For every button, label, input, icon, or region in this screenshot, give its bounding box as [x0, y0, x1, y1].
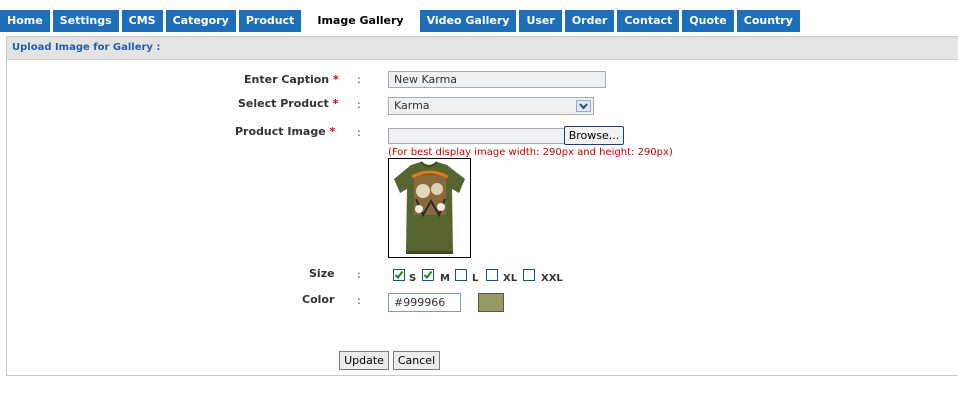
required-mark: * [329, 125, 336, 138]
product-label-text: Select Product [238, 97, 329, 110]
tab-image-gallery[interactable]: Image Gallery [304, 10, 417, 32]
size-label-xxl: XXL [541, 273, 563, 284]
tab-user[interactable]: User [519, 10, 562, 32]
cancel-button[interactable]: Cancel [393, 351, 440, 370]
size-checkbox-xl[interactable] [486, 269, 498, 281]
browse-button[interactable]: Browse... [564, 126, 624, 145]
size-label-m: M [440, 273, 450, 284]
separator: : [357, 268, 361, 281]
color-swatch[interactable] [478, 293, 504, 312]
separator: : [357, 98, 361, 111]
separator: : [357, 294, 361, 307]
tab-quote[interactable]: Quote [682, 10, 734, 32]
product-label: Select Product * [238, 97, 338, 110]
tab-home[interactable]: Home [0, 10, 50, 32]
tab-contact[interactable]: Contact [617, 10, 680, 32]
required-mark: * [332, 97, 339, 110]
size-checkbox-l[interactable] [455, 269, 467, 281]
size-label-s: S [409, 273, 417, 284]
tab-cms[interactable]: CMS [121, 10, 163, 32]
file-path-input[interactable] [388, 128, 566, 144]
image-label-text: Product Image [235, 125, 326, 138]
required-mark: * [332, 73, 339, 86]
tab-country[interactable]: Country [736, 10, 800, 32]
image-size-hint: (For best display image width: 290px and… [388, 147, 673, 158]
main-nav: Home Settings CMS Category Product Image… [0, 10, 803, 32]
size-label-l: L [472, 273, 479, 284]
green-tshirt-image [394, 161, 465, 254]
size-checkbox-xxl[interactable] [523, 269, 535, 281]
size-checkbox-s[interactable] [393, 269, 405, 281]
size-label-xl: XL [503, 273, 518, 284]
panel-title: Upload Image for Gallery : [12, 42, 161, 53]
tab-category[interactable]: Category [165, 10, 236, 32]
size-label: Size [309, 267, 335, 280]
panel-header: Upload Image for Gallery : [7, 37, 958, 60]
tab-video-gallery[interactable]: Video Gallery [419, 10, 517, 32]
separator: : [357, 73, 361, 86]
caption-label-text: Enter Caption [244, 73, 330, 86]
caption-label: Enter Caption * [244, 73, 339, 86]
tab-order[interactable]: Order [564, 10, 615, 32]
chevron-down-icon[interactable] [576, 100, 591, 112]
product-select-value: Karma [394, 99, 430, 112]
size-checkbox-m[interactable] [422, 269, 434, 281]
update-button[interactable]: Update [339, 351, 389, 370]
product-image-preview [388, 158, 471, 258]
caption-input[interactable]: New Karma [388, 71, 606, 88]
color-label: Color [302, 293, 335, 306]
image-label: Product Image * [235, 125, 335, 138]
color-input[interactable]: #999966 [388, 293, 461, 312]
product-select[interactable]: Karma [388, 97, 594, 115]
tab-settings[interactable]: Settings [52, 10, 119, 32]
tab-product[interactable]: Product [238, 10, 302, 32]
separator: : [357, 126, 361, 139]
